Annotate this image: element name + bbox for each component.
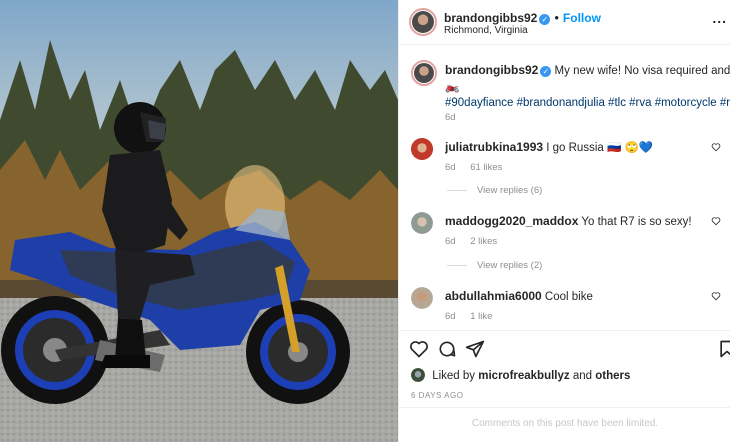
comment-text: Cool bike [544, 291, 593, 303]
liked-by-user[interactable]: microfreakbullyz [478, 370, 569, 382]
comment-item: abdullahmia6000 Cool bike 6d 1 like [411, 287, 730, 327]
post-photo[interactable] [0, 0, 398, 442]
comment-item: maddogg2020_maddox Yo that R7 is so sexy… [411, 212, 730, 252]
like-comment-heart-icon[interactable] [711, 216, 721, 226]
comment-meta: 6d 2 likes [445, 236, 509, 247]
liked-by-line: Liked by microfreakbullyz and others [411, 368, 630, 382]
avatar-photo [411, 368, 425, 382]
comment-time[interactable]: 6d [445, 236, 456, 247]
comment-text-block: abdullahmia6000 Cool bike [445, 288, 730, 305]
share-send-icon[interactable] [465, 339, 485, 359]
caption-meta: 6d [445, 112, 468, 123]
like-comment-heart-icon[interactable] [711, 142, 721, 152]
motorcycle-illustration [0, 40, 398, 442]
post-caption: brandongibbs92 ✓ My new wife! No visa req… [411, 58, 730, 123]
comment-text: Yo that R7 is so sexy! [581, 216, 692, 228]
comment-text-block: maddogg2020_maddox Yo that R7 is so sexy… [445, 213, 730, 230]
liked-by-prefix: Liked by [432, 370, 476, 382]
comment-time[interactable]: 6d [445, 162, 456, 173]
post-actions-bar [409, 339, 730, 361]
caption-hashtags[interactable]: #90dayfiance #brandonandjulia #tlc #rva … [445, 97, 730, 109]
post-timestamp[interactable]: 6 DAYS AGO [411, 391, 463, 400]
caption-emoji: 🏍️ [445, 81, 460, 93]
verified-badge-icon: ✓ [539, 14, 551, 25]
comment-meta: 6d 1 like [445, 311, 504, 322]
comment-likes[interactable]: 1 like [470, 311, 492, 322]
view-replies-button[interactable]: View replies (6) [447, 185, 542, 196]
follow-button[interactable]: Follow [563, 11, 601, 25]
comment-meta: 6d 61 likes [445, 162, 514, 173]
comment-likes[interactable]: 2 likes [470, 236, 497, 247]
avatar-photo [412, 11, 434, 33]
post-location[interactable]: Richmond, Virginia [444, 25, 528, 36]
comment-text-block: juliatrubkina1993 I go Russia 🇷🇺 🙄💙 [445, 139, 730, 156]
caption-time[interactable]: 6d [445, 112, 456, 123]
author-avatar[interactable] [409, 8, 437, 36]
comments-limited-notice: Comments on this post have been limited. [471, 418, 659, 429]
post-details-panel: brandongibbs92 ✓ • Follow Richmond, Virgini… [398, 0, 730, 442]
avatar-photo [414, 63, 434, 83]
comment-username[interactable]: juliatrubkina1993 [445, 140, 543, 154]
actions-divider [399, 330, 730, 331]
avatar-photo [411, 212, 433, 234]
header-divider [399, 44, 730, 45]
commenter-avatar[interactable] [411, 138, 433, 160]
header-user-line: brandongibbs92 ✓ • Follow [444, 10, 601, 25]
separator-dot: • [554, 10, 559, 25]
like-comment-heart-icon[interactable] [711, 291, 721, 301]
post-header: brandongibbs92 ✓ • Follow Richmond, Virgini… [399, 0, 730, 44]
caption-avatar[interactable] [411, 60, 437, 86]
comment-time[interactable]: 6d [445, 311, 456, 322]
verified-badge-icon: ✓ [540, 66, 552, 77]
liked-by-others[interactable]: others [595, 370, 630, 382]
comment-username[interactable]: maddogg2020_maddox [445, 214, 578, 228]
caption-username[interactable]: brandongibbs92 [445, 63, 538, 77]
view-replies-button[interactable]: View replies (2) [447, 260, 542, 271]
comment-text: I go Russia 🇷🇺 🙄💙 [546, 142, 654, 154]
comment-likes[interactable]: 61 likes [470, 162, 502, 173]
liker-avatar[interactable] [411, 368, 425, 382]
caption-text-block: brandongibbs92 ✓ My new wife! No visa req… [445, 62, 730, 111]
author-username[interactable]: brandongibbs92 [444, 11, 537, 25]
avatar-photo [411, 287, 433, 309]
comment-bubble-icon[interactable] [437, 339, 457, 359]
avatar-photo [411, 138, 433, 160]
commenter-avatar[interactable] [411, 212, 433, 234]
liked-by-joiner: and [572, 370, 593, 382]
footer-divider [399, 407, 730, 408]
caption-text: My new wife! No visa required and it cos… [554, 65, 730, 77]
like-heart-icon[interactable] [409, 339, 429, 359]
commenter-avatar[interactable] [411, 287, 433, 309]
save-bookmark-icon[interactable] [717, 339, 730, 359]
more-options-icon[interactable]: ... [712, 10, 727, 26]
comment-username[interactable]: abdullahmia6000 [445, 289, 542, 303]
